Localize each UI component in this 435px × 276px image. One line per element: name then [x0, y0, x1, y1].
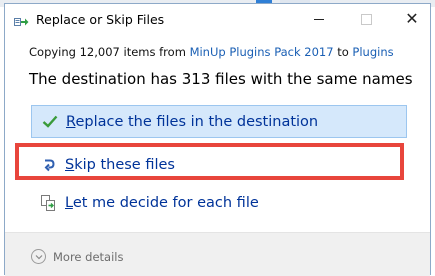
file-move-icon — [14, 13, 29, 26]
chevron-down-icon — [31, 249, 46, 264]
copy-status-prefix: Copying 12,007 items from — [29, 45, 190, 59]
destination-folder-link[interactable]: Plugins — [352, 45, 393, 59]
source-folder-link[interactable]: MinUp Plugins Pack 2017 — [190, 45, 334, 59]
close-button[interactable]: ✕ — [390, 4, 434, 34]
replace-files-label: Replace the files in the destination — [66, 113, 319, 130]
dialog-footer: More details — [5, 232, 430, 276]
window-title: Replace or Skip Files — [36, 12, 165, 27]
close-icon: ✕ — [405, 9, 419, 28]
conflict-headline: The destination has 313 files with the s… — [29, 70, 413, 88]
decide-each-file-label: Let me decide for each file — [65, 194, 259, 211]
more-details-button[interactable]: More details — [31, 249, 123, 264]
copy-status: Copying 12,007 items from MinUp Plugins … — [29, 45, 394, 59]
minimize-button[interactable] — [297, 4, 341, 34]
decide-each-file-option[interactable]: Let me decide for each file — [31, 186, 407, 219]
compare-files-icon — [39, 194, 59, 211]
copy-status-middle: to — [333, 45, 353, 59]
title-bar[interactable]: Replace or Skip Files ✕ — [5, 4, 430, 34]
annotation-highlight-box — [15, 143, 404, 180]
replace-files-option[interactable]: Replace the files in the destination — [31, 105, 407, 138]
checkmark-icon — [40, 115, 60, 128]
more-details-label: More details — [53, 249, 124, 264]
replace-or-skip-dialog: Replace or Skip Files ✕ Copying 12,007 i… — [4, 3, 431, 276]
maximize-button[interactable] — [344, 4, 388, 34]
minimize-icon — [314, 18, 324, 20]
maximize-icon — [360, 13, 372, 25]
